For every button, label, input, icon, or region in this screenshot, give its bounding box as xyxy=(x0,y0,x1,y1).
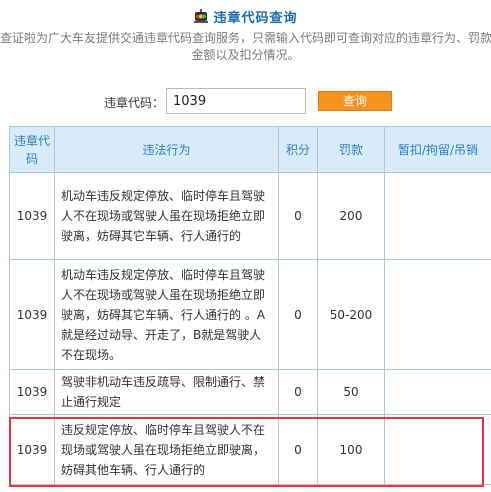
search-button[interactable]: 查询 xyxy=(318,91,392,111)
intro-line-2: 金额以及扣分情况。 xyxy=(191,48,300,62)
table-row: 1039 机动车违反规定停放、临时停车且驾驶人不在现场或驾驶人虽在现场拒绝立即驶… xyxy=(9,172,491,260)
cell-code: 1039 xyxy=(9,172,55,260)
table-row-highlighted: 1039 违反规定停放、临时停车且驾驶人不在现场或驾驶人虽在现场拒绝立即驶离，妨… xyxy=(9,414,491,485)
cell-action: 驾驶非机动车违反疏导、限制通行、禁止通行规定 xyxy=(54,369,279,415)
intro-line-1: 查证啦为广大车友提供交通违章代码查询服务，只需输入代码即可查询对应的违章行为、罚… xyxy=(0,31,491,45)
page-header: 违章代码查询 xyxy=(0,6,491,26)
cell-suspension xyxy=(384,172,491,260)
cell-fine: 50-200 xyxy=(317,259,385,370)
search-form: 违章代码： 查询 xyxy=(0,88,491,116)
cell-points: 0 xyxy=(278,172,318,260)
cell-fine: 200 xyxy=(317,172,385,260)
page-title: 违章代码查询 xyxy=(213,10,298,26)
header-fine: 罚款 xyxy=(317,126,385,173)
cell-suspension xyxy=(384,259,491,370)
cell-action: 机动车违反规定停放、临时停车且驾驶人不在现场或驾驶人虽在现场拒绝立即驶离，妨碍其… xyxy=(54,259,279,370)
table-header-row: 违章代码 违法行为 积分 罚款 暂扣/拘留/吊销 xyxy=(9,126,491,173)
header-code: 违章代码 xyxy=(9,126,55,173)
table-row: 1039 驾驶非机动车违反疏导、限制通行、禁止通行规定 0 50 xyxy=(9,369,491,415)
cell-code: 1039 xyxy=(9,259,55,370)
header-points: 积分 xyxy=(278,126,318,173)
cell-suspension xyxy=(384,369,491,415)
cell-action: 机动车违反规定停放、临时停车且驾驶人不在现场或驾驶人虽在现场拒绝立即驶离，妨碍其… xyxy=(54,172,279,260)
cell-code: 1039 xyxy=(9,369,55,415)
violation-code-input[interactable] xyxy=(166,88,306,114)
header-suspension: 暂扣/拘留/吊销 xyxy=(384,126,491,173)
result-table: 违章代码 违法行为 积分 罚款 暂扣/拘留/吊销 1039 机动车违反规定停放、… xyxy=(9,126,491,485)
cell-points: 0 xyxy=(278,369,318,415)
header-action: 违法行为 xyxy=(54,126,279,173)
cell-fine: 100 xyxy=(317,414,385,485)
cell-points: 0 xyxy=(278,414,318,485)
table-row: 1039 机动车违反规定停放、临时停车且驾驶人不在现场或驾驶人虽在现场拒绝立即驶… xyxy=(9,259,491,370)
cell-points: 0 xyxy=(278,259,318,370)
search-label: 违章代码： xyxy=(104,96,165,110)
cell-code: 1039 xyxy=(9,414,55,485)
cell-suspension xyxy=(384,414,491,485)
cell-fine: 50 xyxy=(317,369,385,415)
cell-action: 违反规定停放、临时停车且驾驶人不在现场或驾驶人虽在现场拒绝立即驶离，妨碍其他车辆… xyxy=(54,414,279,485)
intro-text: 查证啦为广大车友提供交通违章代码查询服务，只需输入代码即可查询对应的违章行为、罚… xyxy=(0,30,491,64)
traffic-light-icon xyxy=(193,8,209,24)
